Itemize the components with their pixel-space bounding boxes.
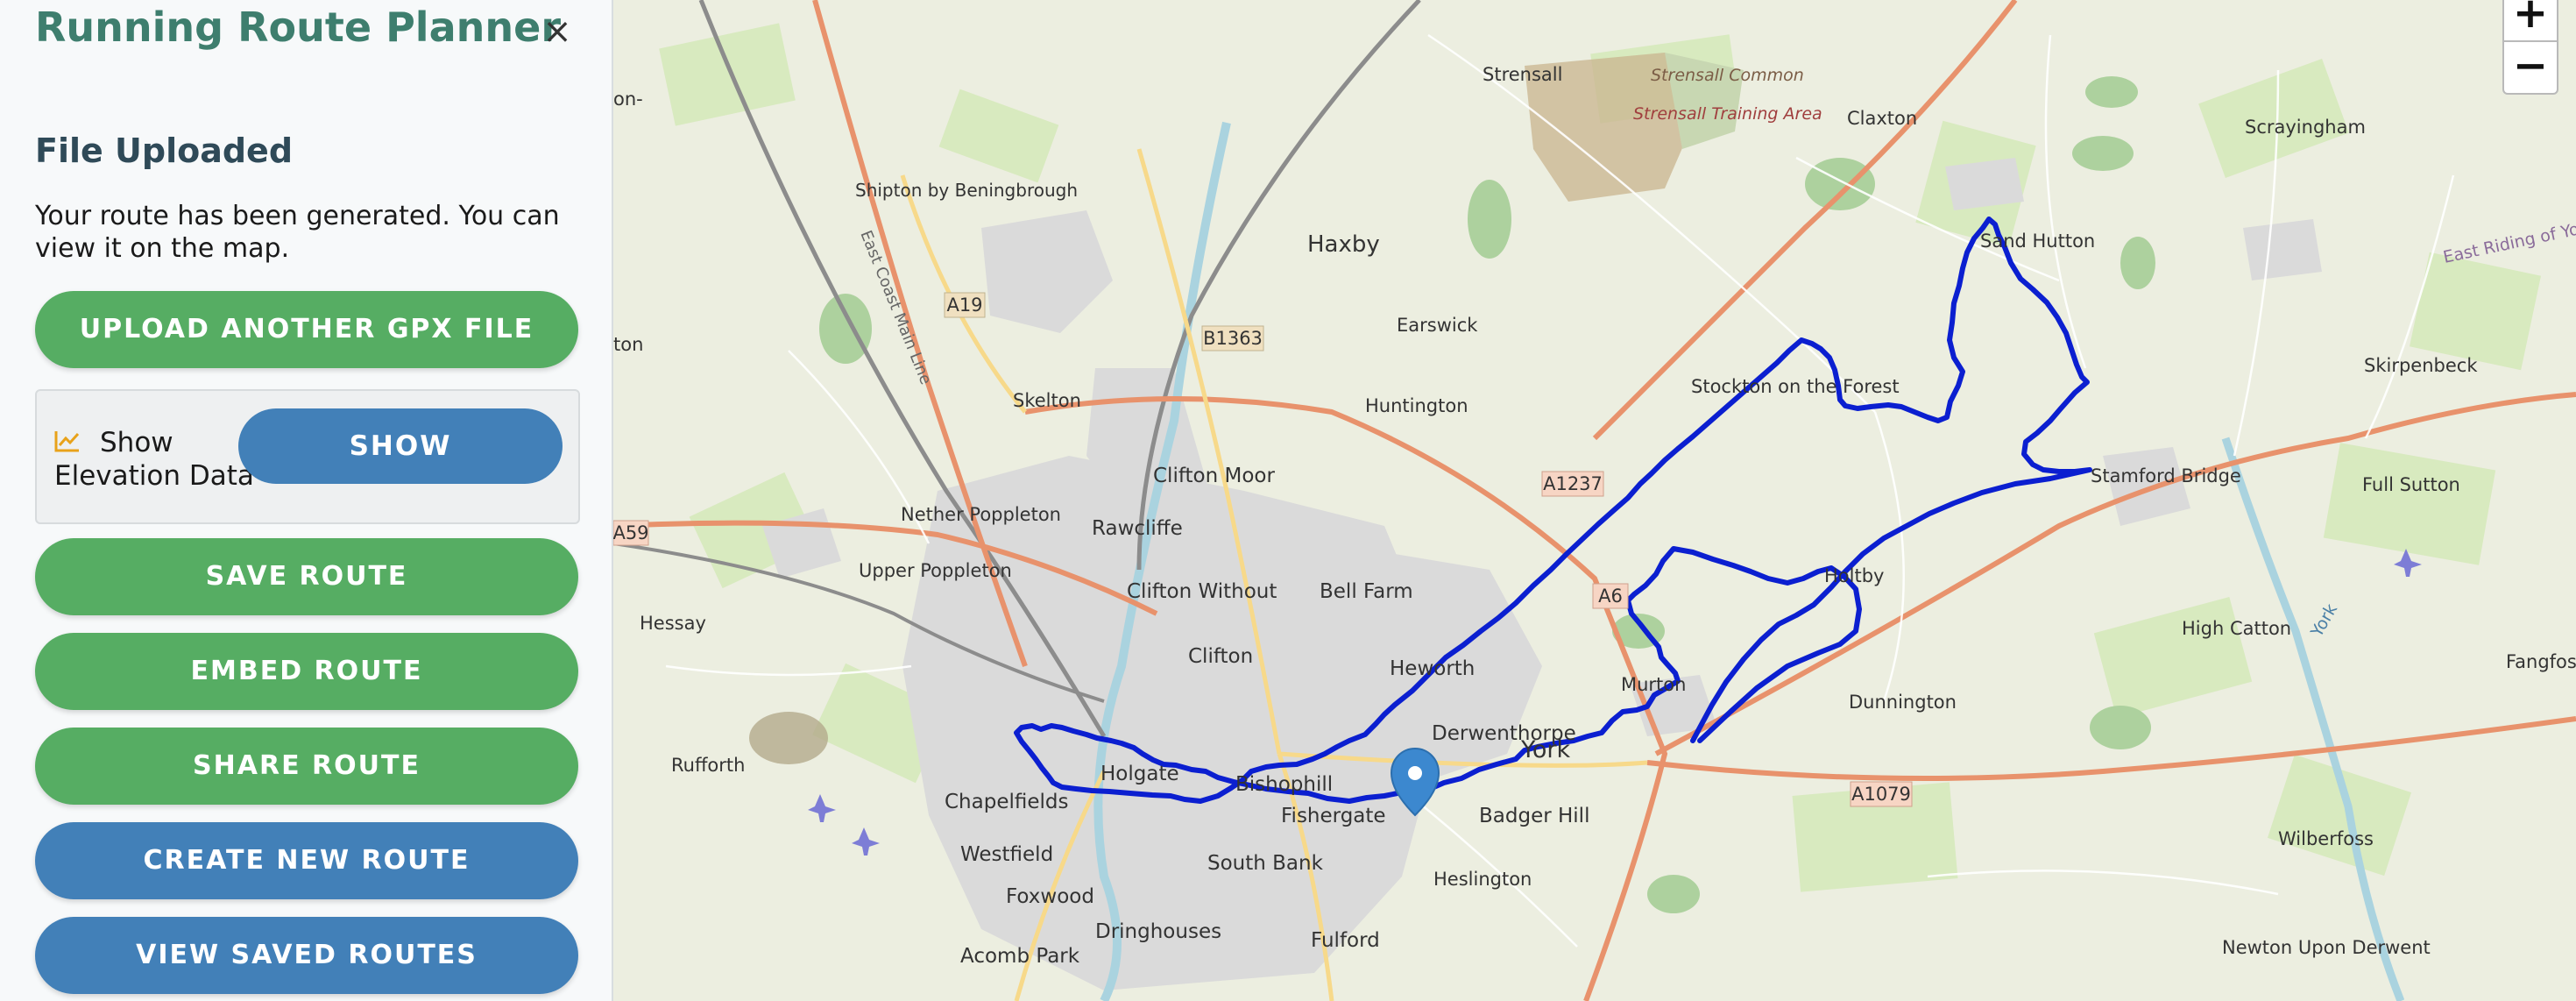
place-fishergate: Fishergate: [1281, 805, 1386, 827]
road-label-b1363: B1363: [1203, 328, 1263, 349]
place-shipton: Shipton by Beningbrough: [855, 180, 1078, 201]
place-bishophill: Bishophill: [1235, 773, 1333, 796]
place-heworth: Heworth: [1390, 657, 1475, 680]
view-saved-routes-button[interactable]: VIEW SAVED ROUTES: [35, 917, 578, 994]
place-heslington: Heslington: [1433, 869, 1532, 890]
elevation-toggle-box: Show Elevation Data SHOW: [35, 389, 580, 524]
place-derwenthorpe: Derwenthorpe: [1432, 722, 1576, 745]
place-chapelfields: Chapelfields: [945, 791, 1068, 813]
place-clifton: Clifton: [1188, 645, 1253, 668]
road-label-a64: A6: [1598, 586, 1623, 607]
close-icon[interactable]: ×: [540, 12, 575, 51]
place-stockton: Stockton on the Forest: [1691, 376, 1900, 397]
place-dringhouses: Dringhouses: [1095, 920, 1221, 943]
road-label-a1079: A1079: [1851, 784, 1911, 805]
road-label-a59: A59: [613, 522, 649, 543]
zoom-out-button[interactable]: −: [2502, 40, 2558, 95]
place-scrayingham: Scrayingham: [2245, 117, 2366, 138]
place-sand-hutton: Sand Hutton: [1980, 231, 2095, 252]
place-huntington: Huntington: [1365, 395, 1468, 416]
place-bell-farm: Bell Farm: [1320, 580, 1413, 603]
place-cut-ton: ton: [613, 334, 643, 355]
place-stamford-bridge: Stamford Bridge: [2091, 465, 2241, 486]
place-cut-on: on-: [613, 89, 643, 110]
place-westfield: Westfield: [960, 843, 1053, 866]
place-south-bank: South Bank: [1207, 852, 1324, 875]
embed-route-button[interactable]: EMBED ROUTE: [35, 633, 578, 710]
upload-gpx-button[interactable]: UPLOAD ANOTHER GPX FILE: [35, 291, 578, 368]
panel-title: Running Route Planner: [35, 4, 561, 51]
create-new-route-button[interactable]: CREATE NEW ROUTE: [35, 822, 578, 899]
status-heading: File Uploaded: [35, 131, 294, 170]
place-rawcliffe: Rawcliffe: [1092, 517, 1183, 540]
place-strensall-common: Strensall Common: [1651, 66, 1804, 85]
place-fangfoss: Fangfoss: [2506, 651, 2576, 672]
share-route-button[interactable]: SHARE ROUTE: [35, 728, 578, 805]
place-holgate: Holgate: [1100, 763, 1179, 785]
map-view[interactable]: A19 B1363 A1237 A59 A6 A1079 York Haxby …: [613, 0, 2576, 1001]
place-haxby: Haxby: [1307, 231, 1380, 258]
place-wilberfoss: Wilberfoss: [2278, 828, 2374, 849]
show-elevation-button[interactable]: SHOW: [238, 408, 563, 484]
route-planner-panel: Running Route Planner × File Uploaded Yo…: [0, 0, 613, 1001]
place-claxton: Claxton: [1847, 108, 1917, 129]
place-clifton-without: Clifton Without: [1127, 580, 1277, 603]
place-holtby: Holtby: [1824, 565, 1884, 586]
road-label-a1237: A1237: [1543, 473, 1603, 494]
place-newton-upon-derwent: Newton Upon Derwent: [2222, 937, 2431, 958]
place-foxwood: Foxwood: [1006, 885, 1094, 908]
place-murton: Murton: [1621, 674, 1686, 695]
road-label-a19: A19: [946, 295, 982, 316]
place-fulford: Fulford: [1311, 929, 1380, 952]
place-hessay: Hessay: [640, 613, 706, 634]
place-upper-poppleton: Upper Poppleton: [859, 560, 1012, 581]
place-dunnington: Dunnington: [1849, 692, 1957, 713]
place-clifton-moor: Clifton Moor: [1153, 465, 1275, 487]
place-full-sutton: Full Sutton: [2362, 474, 2460, 495]
place-training-area: Strensall Training Area: [1633, 104, 1822, 124]
map-canvas[interactable]: A19 B1363 A1237 A59 A6 A1079 York Haxby …: [613, 0, 2576, 1001]
status-message: Your route has been generated. You can v…: [35, 201, 560, 264]
place-rufforth: Rufforth: [671, 755, 745, 776]
airfield: [749, 712, 828, 764]
place-acomb-park: Acomb Park: [960, 945, 1080, 968]
place-earswick: Earswick: [1397, 315, 1478, 336]
save-route-button[interactable]: SAVE ROUTE: [35, 538, 578, 615]
place-skirpenbeck: Skirpenbeck: [2364, 355, 2478, 376]
place-strensall: Strensall: [1483, 64, 1562, 85]
place-high-catton: High Catton: [2182, 618, 2291, 639]
zoom-in-button[interactable]: +: [2502, 0, 2558, 42]
place-nether-poppleton: Nether Poppleton: [901, 504, 1061, 525]
place-badger-hill: Badger Hill: [1479, 805, 1589, 827]
place-skelton: Skelton: [1013, 390, 1081, 411]
